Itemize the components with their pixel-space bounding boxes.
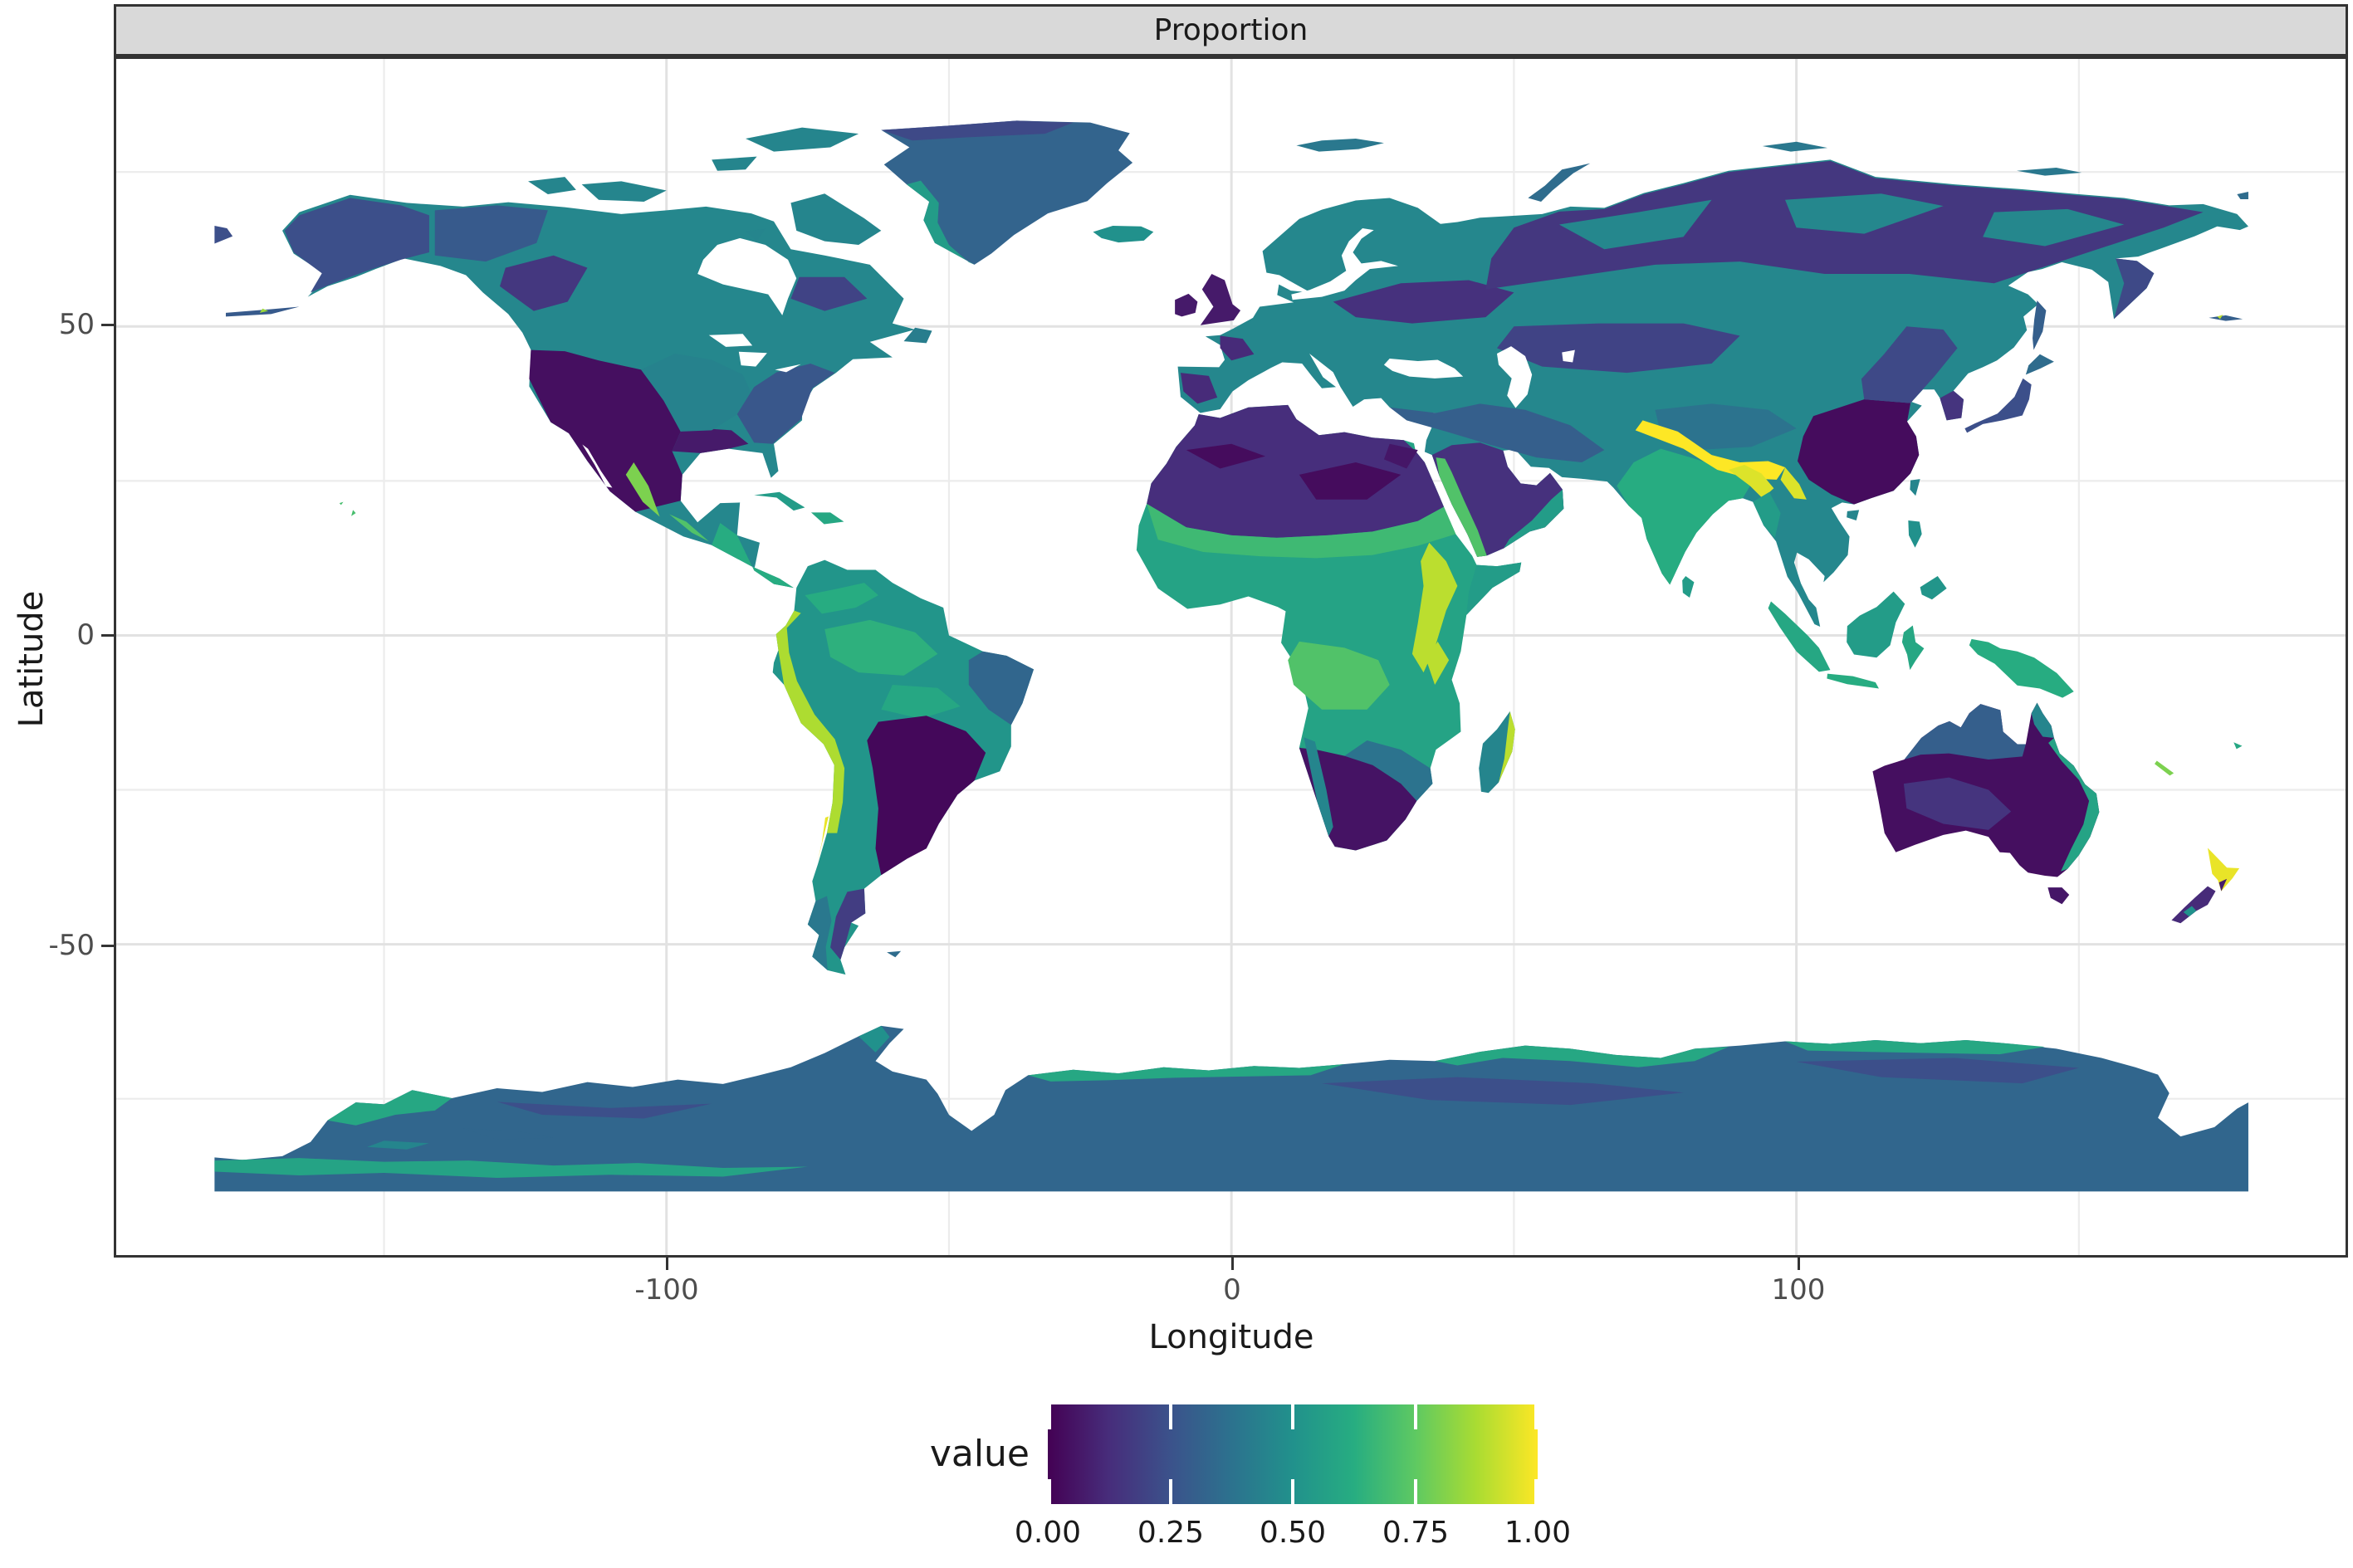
devon-island	[712, 156, 757, 171]
legend-tick	[1414, 1479, 1417, 1504]
ireland	[1175, 293, 1198, 317]
legend-label: 0.00	[1014, 1516, 1082, 1550]
java	[1827, 673, 1879, 689]
svalbard	[1296, 139, 1384, 152]
great-britain	[1200, 274, 1241, 325]
new-siberian-islands	[2016, 168, 2082, 176]
baffin-island	[790, 193, 882, 246]
y-axis-title: Latitude	[12, 590, 51, 728]
x-axis-title: Longitude	[1148, 1318, 1314, 1356]
borneo	[1847, 591, 1905, 658]
y-tick-mark	[101, 944, 114, 947]
facet-strip-title: Proportion	[1153, 13, 1309, 47]
x-tick-mark	[1230, 1258, 1234, 1270]
legend-tick	[1169, 1404, 1172, 1429]
sulawesi	[1901, 625, 1925, 671]
legend-tick	[1534, 1404, 1538, 1429]
x-tick-label: 0	[1223, 1273, 1241, 1307]
dateline-sliver-west	[214, 225, 233, 244]
hainan	[1847, 510, 1860, 521]
severnaya-zemlya	[1762, 141, 1828, 152]
facet-strip: Proportion	[114, 4, 2348, 56]
legend-title: value	[929, 1433, 1030, 1475]
world-map-canvas	[116, 59, 2346, 1255]
legend-tick	[1169, 1479, 1172, 1504]
new-guinea	[1969, 638, 2074, 698]
y-tick-mark	[101, 633, 114, 637]
x-tick-mark	[665, 1258, 668, 1270]
y-tick-mark	[101, 323, 114, 326]
banks-island	[528, 177, 576, 195]
new-caledonia	[2155, 760, 2174, 776]
legend-tick	[1414, 1404, 1417, 1429]
fiji	[2233, 742, 2243, 750]
nz-south-island	[2171, 886, 2216, 924]
legend-tick	[1291, 1404, 1294, 1429]
falkland-islands	[887, 950, 902, 958]
taiwan	[1910, 479, 1920, 496]
sahara-patch	[1147, 404, 1445, 538]
ellesmere-island	[746, 127, 859, 152]
plot-panel	[114, 56, 2348, 1258]
brazil-south-patch	[867, 716, 986, 876]
wrangel-island	[2237, 192, 2248, 199]
legend-tick	[1534, 1479, 1538, 1504]
cuba	[754, 491, 805, 511]
x-tick-label: -100	[634, 1273, 699, 1307]
luzon	[1908, 520, 1922, 548]
japan-hokkaido	[2025, 354, 2054, 375]
x-tick-label: 100	[1771, 1273, 1826, 1307]
japan-honshu	[1964, 378, 2032, 433]
iceland	[1093, 225, 1154, 243]
legend-tick	[1048, 1479, 1051, 1504]
hawaii	[339, 501, 356, 516]
tasmania	[2047, 887, 2070, 905]
y-tick-label: 50	[58, 308, 95, 341]
legend-colorbar	[1048, 1404, 1538, 1504]
x-tick-mark	[1797, 1258, 1800, 1270]
sri-lanka	[1682, 575, 1695, 598]
legend-label: 0.75	[1382, 1516, 1450, 1550]
hispaniola	[810, 512, 844, 525]
australia-north-patch	[1904, 704, 2026, 760]
mindanao	[1920, 575, 1947, 600]
legend-label: 1.00	[1504, 1516, 1572, 1550]
legend-tick	[1291, 1479, 1294, 1504]
y-tick-label: 0	[76, 618, 95, 652]
legend-label: 0.25	[1137, 1516, 1205, 1550]
victoria-island	[581, 181, 667, 202]
y-tick-label: -50	[48, 929, 95, 962]
legend-tick	[1048, 1404, 1051, 1429]
aleutian-west-dashes	[2209, 315, 2243, 321]
plot-figure: Proportion Latitude 50 0 -50 -100 0 100 …	[0, 0, 2353, 1568]
novaya-zemlya	[1528, 163, 1591, 202]
legend-label: 0.50	[1259, 1516, 1327, 1550]
